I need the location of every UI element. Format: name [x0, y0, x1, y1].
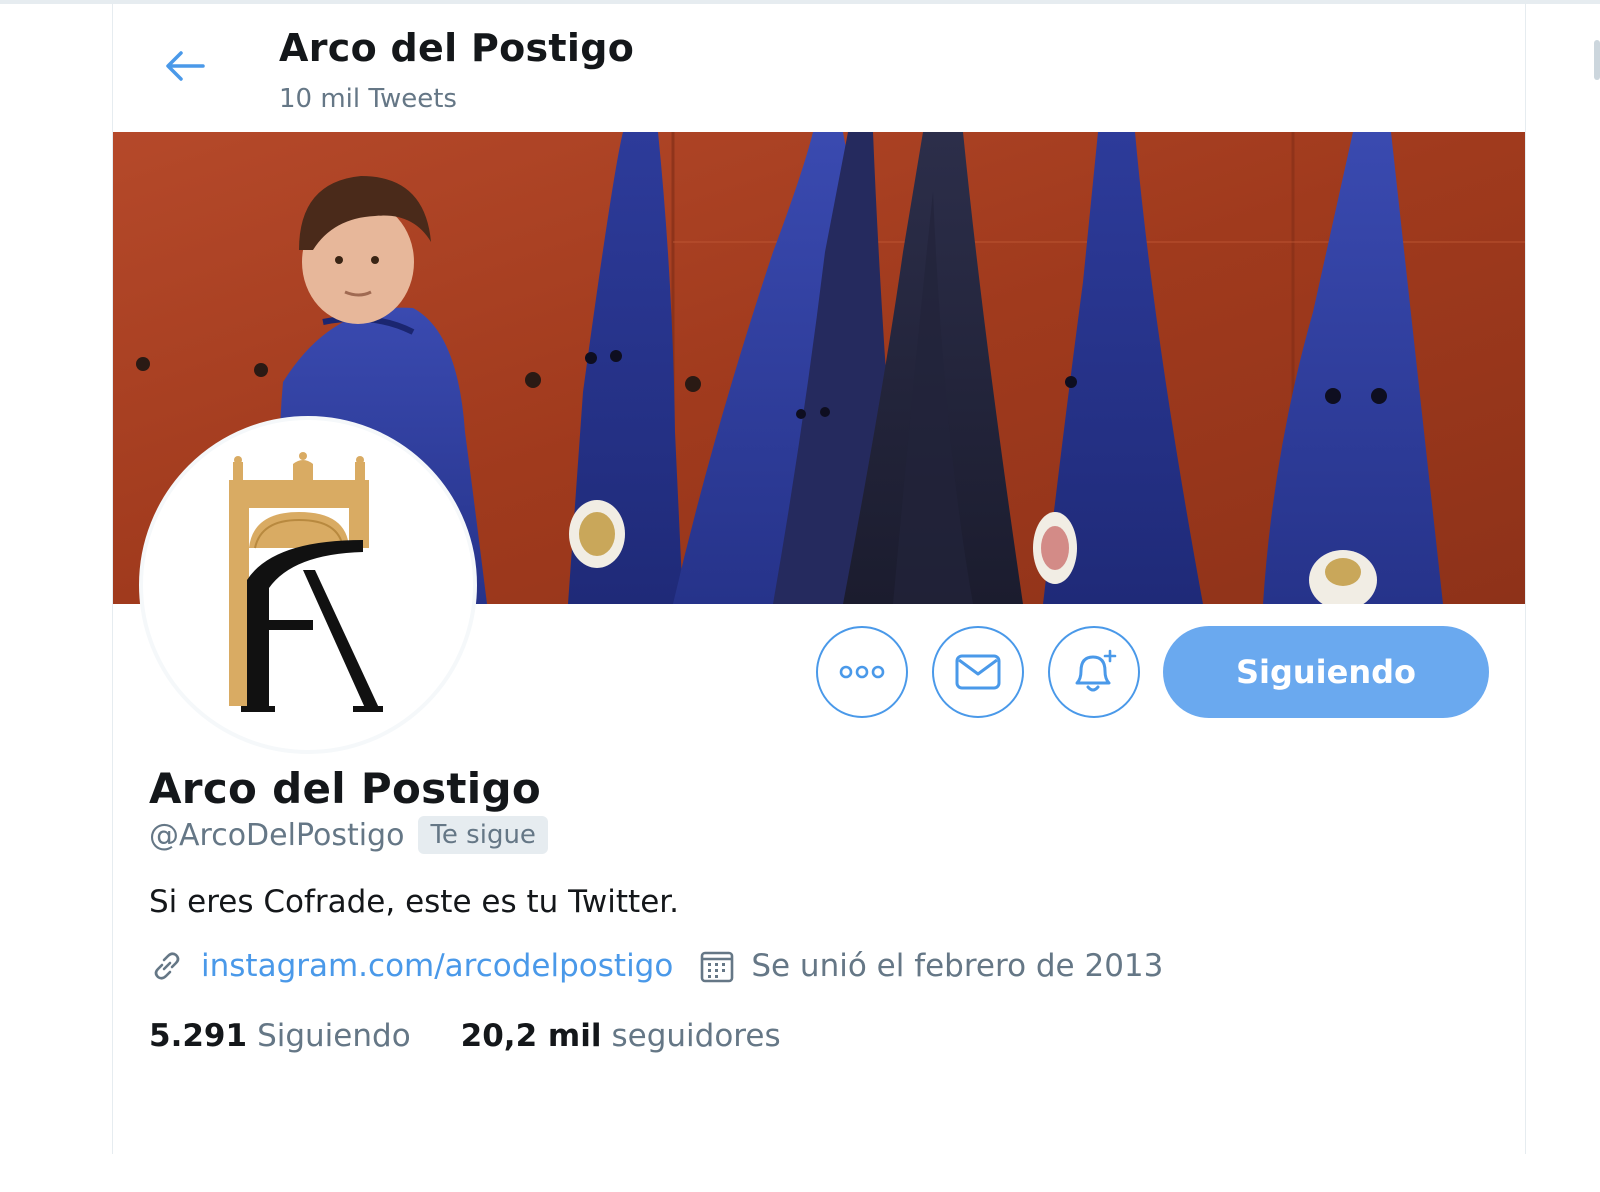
more-icon [839, 665, 885, 679]
calendar-icon [701, 951, 734, 983]
header-title: Arco del Postigo [279, 26, 635, 70]
followers-label: seguidores [611, 1018, 781, 1054]
link-icon [154, 952, 180, 980]
profile-meta: instagram.com/arcodelpostigo Se unió el … [149, 948, 1163, 984]
following-label: Siguiendo [257, 1018, 411, 1054]
profile-column: Arco del Postigo 10 mil Tweets Siguiendo… [112, 4, 1526, 1154]
website-link[interactable]: instagram.com/arcodelpostigo [201, 948, 673, 984]
follow-stats: 5.291 Siguiendo 20,2 mil seguidores [149, 1018, 781, 1054]
follows-you-badge: Te sigue [418, 816, 548, 854]
profile-header: Arco del Postigo 10 mil Tweets [113, 4, 1525, 132]
envelope-icon [955, 654, 1001, 690]
notify-button[interactable] [1048, 626, 1140, 718]
arrow-left-icon [166, 51, 205, 81]
handle-row: @ArcoDelPostigo Te sigue [149, 816, 548, 854]
following-count: 5.291 [149, 1018, 248, 1054]
following-button[interactable]: Siguiendo [1163, 626, 1489, 718]
avatar[interactable] [139, 416, 477, 754]
join-date: Se unió el febrero de 2013 [751, 948, 1164, 984]
message-button[interactable] [932, 626, 1024, 718]
arco-logo [229, 452, 383, 712]
profile-bio: Si eres Cofrade, este es tu Twitter. [149, 884, 680, 920]
following-stat[interactable]: 5.291 Siguiendo [149, 1018, 411, 1054]
bell-plus-icon [1075, 649, 1117, 692]
back-button[interactable] [153, 34, 217, 98]
followers-stat[interactable]: 20,2 mil seguidores [461, 1018, 781, 1054]
followers-count: 20,2 mil [460, 1018, 602, 1054]
more-button[interactable] [816, 626, 908, 718]
profile-name: Arco del Postigo [149, 764, 541, 813]
tweet-count: 10 mil Tweets [279, 84, 457, 114]
profile-handle: @ArcoDelPostigo [149, 817, 405, 853]
scrollbar[interactable] [1594, 40, 1600, 80]
